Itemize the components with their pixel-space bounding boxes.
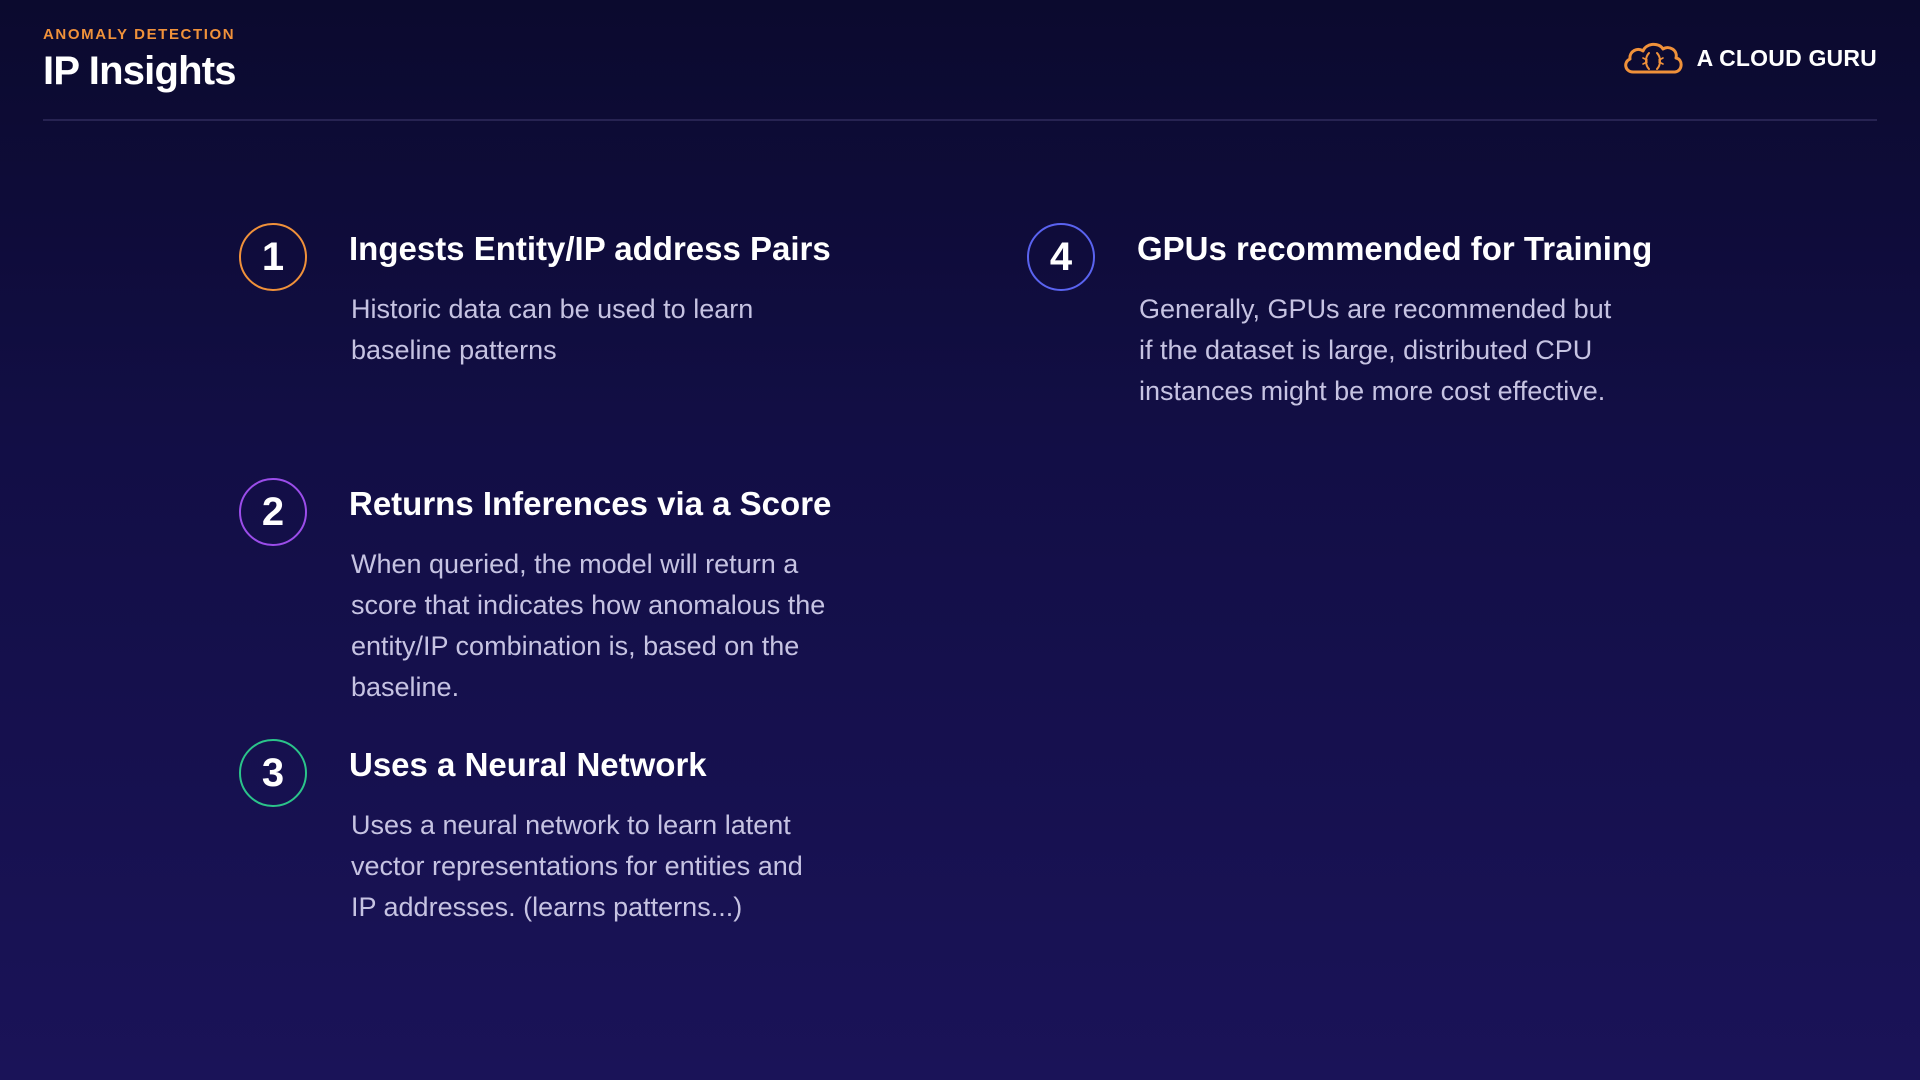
- feature-description-3: Uses a neural network to learn latent ve…: [351, 805, 803, 928]
- feature-title-1: Ingests Entity/IP address Pairs: [349, 230, 831, 267]
- cloud-logo-icon: [1623, 42, 1683, 74]
- description-line: baseline.: [351, 672, 460, 702]
- brand-name: A CLOUD GURU: [1696, 44, 1877, 71]
- feature-description-4: Generally, GPUs are recommended but if t…: [1139, 289, 1611, 412]
- number-badge-1: 1: [239, 223, 307, 291]
- number-badge-3: 3: [239, 739, 307, 807]
- section-label: ANOMALY DETECTION: [43, 26, 236, 43]
- page-title: IP Insights: [43, 49, 237, 93]
- description-line: if the dataset is large, distributed CPU: [1139, 335, 1593, 365]
- header-divider: [43, 119, 1877, 121]
- description-line: score that indicates how anomalous the: [351, 590, 826, 620]
- description-line: Uses a neural network to learn latent: [351, 810, 791, 840]
- feature-description-2: When queried, the model will return a sc…: [351, 544, 825, 708]
- number-badge-2: 2: [239, 478, 307, 546]
- description-line: vector representations for entities and: [351, 851, 803, 881]
- description-line: IP addresses. (learns patterns...): [351, 892, 743, 922]
- description-line: entity/IP combination is, based on the: [351, 631, 800, 661]
- feature-description-1: Historic data can be used to learn basel…: [351, 289, 753, 371]
- description-line: baseline patterns: [351, 335, 557, 365]
- number-badge-4: 4: [1027, 223, 1095, 291]
- description-line: Historic data can be used to learn: [351, 294, 754, 324]
- description-line: instances might be more cost effective.: [1139, 376, 1606, 406]
- brand-logo: A CLOUD GURU: [1621, 38, 1877, 78]
- feature-title-2: Returns Inferences via a Score: [349, 485, 832, 522]
- slide-header: ANOMALY DETECTION IP Insights: [43, 26, 237, 95]
- feature-title-4: GPUs recommended for Training: [1137, 230, 1653, 267]
- description-line: When queried, the model will return a: [351, 549, 799, 579]
- feature-title-3: Uses a Neural Network: [349, 746, 707, 783]
- description-line: Generally, GPUs are recommended but: [1139, 294, 1612, 324]
